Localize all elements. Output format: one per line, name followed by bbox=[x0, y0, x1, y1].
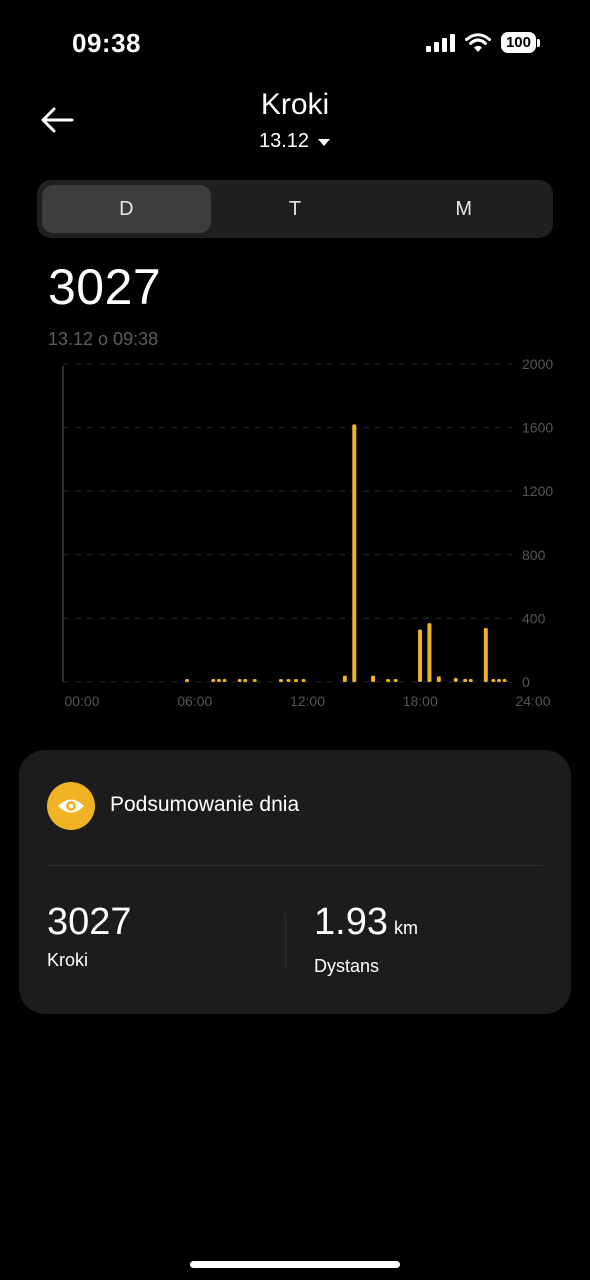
chart-bar bbox=[301, 679, 306, 682]
chart-bar bbox=[216, 679, 221, 682]
distance-stat-label: Dystans bbox=[314, 956, 380, 976]
chart-bar bbox=[243, 679, 248, 682]
steps-chart: 2000 1600 1200 800 400 0 00:00 06:00 12:00 18:00 2… bbox=[62, 356, 553, 709]
chart-bar bbox=[286, 679, 291, 682]
x-tick-label: 24:00 bbox=[515, 693, 550, 709]
steps-stat: 3027 Kroki bbox=[47, 900, 132, 971]
cellular-signal-icon bbox=[425, 33, 455, 52]
y-tick-label: 0 bbox=[522, 674, 530, 690]
tab-month[interactable]: M bbox=[379, 185, 548, 233]
home-indicator[interactable] bbox=[190, 1261, 400, 1268]
date-label: 13.12 bbox=[258, 130, 310, 152]
chart-bar bbox=[463, 678, 468, 682]
chart-bar bbox=[371, 675, 376, 682]
chart-bar bbox=[278, 679, 283, 682]
battery-level: 100 bbox=[500, 32, 536, 53]
tab-week[interactable]: T bbox=[211, 185, 380, 233]
eye-icon bbox=[58, 799, 84, 813]
summary-divider bbox=[47, 865, 543, 866]
chart-bar bbox=[468, 679, 473, 682]
status-icons: 100 bbox=[425, 32, 540, 53]
battery-icon: 100 bbox=[500, 32, 540, 53]
chart-bar bbox=[453, 678, 458, 682]
page-title: Kroki bbox=[260, 88, 330, 121]
chart-bar bbox=[185, 679, 190, 682]
x-tick-label: 12:00 bbox=[290, 693, 325, 709]
period-tabs: D T M bbox=[37, 180, 553, 238]
status-time: 09:38 bbox=[72, 28, 141, 58]
steps-timestamp: 13.12 o 09:38 bbox=[48, 329, 159, 349]
distance-stat-unit: km bbox=[393, 918, 418, 938]
distance-stat-value: 1.93 bbox=[314, 901, 388, 943]
x-tick-label: 18:00 bbox=[403, 693, 438, 709]
summary-icon bbox=[47, 782, 95, 830]
y-tick-label: 800 bbox=[522, 547, 546, 563]
chart-bar bbox=[502, 679, 507, 682]
chart-bar bbox=[342, 675, 347, 682]
y-tick-label: 2000 bbox=[522, 356, 553, 372]
distance-stat-value-row: 1.93 km bbox=[314, 900, 418, 950]
y-tick-label: 400 bbox=[522, 610, 546, 626]
summary-title: Podsumowanie dnia bbox=[110, 793, 300, 816]
day-summary-card: Podsumowanie dnia 3027 Kroki 1.93 km Dyst… bbox=[19, 750, 571, 1014]
chart-bar bbox=[252, 679, 257, 682]
status-bar: 09:38 100 bbox=[0, 0, 590, 88]
x-tick-label: 06:00 bbox=[177, 693, 212, 709]
steps-stat-label: Kroki bbox=[47, 950, 89, 970]
chart-bar bbox=[386, 679, 391, 682]
chart-bar bbox=[491, 679, 496, 682]
chart-bar bbox=[352, 424, 357, 682]
distance-stat: 1.93 km Dystans bbox=[314, 900, 418, 977]
steps-stat-value: 3027 bbox=[47, 901, 132, 943]
tab-day[interactable]: D bbox=[42, 185, 211, 233]
chart-bar bbox=[496, 679, 501, 682]
chart-bar bbox=[393, 679, 398, 682]
chart-bar bbox=[427, 623, 432, 682]
chart-bar bbox=[436, 676, 441, 682]
stat-separator bbox=[285, 914, 286, 970]
x-tick-label: 00:00 bbox=[64, 693, 99, 709]
date-picker[interactable]: 13.12 bbox=[0, 130, 590, 153]
chart-bar bbox=[483, 627, 488, 682]
chart-bar bbox=[294, 679, 299, 682]
wifi-icon bbox=[464, 32, 491, 52]
y-tick-label: 1600 bbox=[522, 420, 553, 436]
chart-bar bbox=[418, 629, 423, 682]
caret-down-icon bbox=[318, 138, 331, 146]
battery-tip bbox=[537, 38, 540, 47]
steps-total: 3027 bbox=[48, 259, 162, 315]
y-tick-label: 1200 bbox=[522, 483, 553, 499]
chart-bar bbox=[222, 679, 227, 682]
chart-bar bbox=[211, 679, 216, 682]
chart-bar bbox=[237, 679, 242, 682]
